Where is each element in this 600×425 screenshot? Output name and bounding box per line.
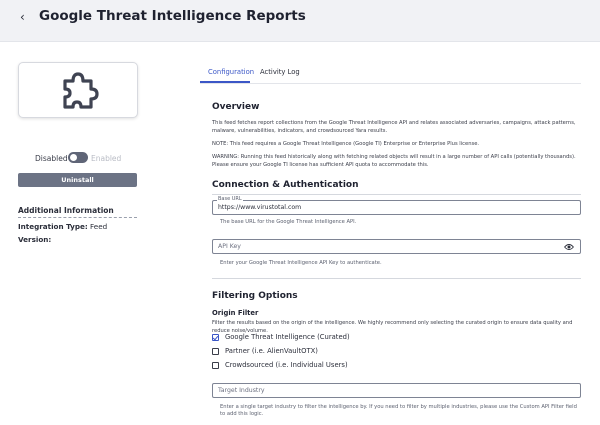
target-industry-placeholder: Target Industry [218, 387, 265, 394]
crowdsourced-label: Crowdsourced (i.e. Individual Users) [225, 361, 348, 369]
base-url-legend: Base URL [217, 196, 243, 202]
api-key-field[interactable]: API Key [212, 239, 581, 254]
section-divider [212, 278, 581, 279]
target-industry-help: Enter a single target industry to filter… [220, 404, 577, 418]
api-key-placeholder: API Key [218, 243, 241, 250]
tab-bar: Configuration Activity Log [200, 62, 581, 84]
toggle-enabled-label: Enabled [91, 154, 122, 163]
overview-title: Overview [212, 102, 260, 112]
tab-activity-log[interactable]: Activity Log [260, 68, 300, 76]
additional-info-divider [18, 217, 137, 218]
base-url-field[interactable]: https://www.virustotal.com [212, 200, 581, 215]
tab-configuration[interactable]: Configuration [208, 68, 254, 76]
crowdsourced-checkbox[interactable] [212, 362, 219, 369]
api-key-help: Enter your Google Threat Intelligence AP… [220, 260, 382, 266]
page-header: ‹ Google Threat Intelligence Reports [0, 0, 600, 42]
back-button[interactable]: ‹ [20, 10, 25, 24]
integration-type-row: Integration Type: Feed [18, 222, 107, 231]
toggle-knob [70, 154, 77, 161]
curated-label: Google Threat Intelligence (Curated) [225, 333, 350, 341]
toggle-disabled-label: Disabled [35, 154, 68, 163]
connection-title: Connection & Authentication [212, 180, 359, 190]
integration-type-value: Feed [90, 222, 108, 231]
overview-description: This feed fetches report collections fro… [212, 120, 576, 134]
partner-label: Partner (i.e. AlienVaultOTX) [225, 347, 318, 355]
filtering-title: Filtering Options [212, 291, 298, 301]
eye-icon[interactable] [564, 243, 574, 251]
curated-checkbox[interactable] [212, 334, 219, 341]
enable-toggle[interactable] [68, 152, 88, 163]
active-tab-indicator [200, 81, 250, 83]
base-url-value: https://www.virustotal.com [218, 204, 302, 211]
integration-logo [18, 62, 138, 118]
base-url-help: The base URL for the Google Threat Intel… [220, 219, 357, 225]
version-row: Version: [18, 235, 51, 244]
additional-info-title: Additional Information [18, 206, 114, 215]
puzzle-piece-icon [63, 72, 99, 109]
target-industry-field[interactable]: Target Industry [212, 383, 581, 398]
partner-checkbox[interactable] [212, 348, 219, 355]
integration-type-label: Integration Type: [18, 222, 88, 231]
origin-filter-title: Origin Filter [212, 309, 259, 317]
uninstall-button[interactable]: Uninstall [18, 173, 137, 187]
overview-warning: WARNING: Running this feed historically … [212, 154, 576, 168]
page-title: Google Threat Intelligence Reports [39, 8, 306, 24]
overview-note: NOTE: This feed requires a Google Threat… [212, 141, 480, 147]
connection-divider [212, 194, 581, 195]
version-label: Version: [18, 235, 52, 244]
